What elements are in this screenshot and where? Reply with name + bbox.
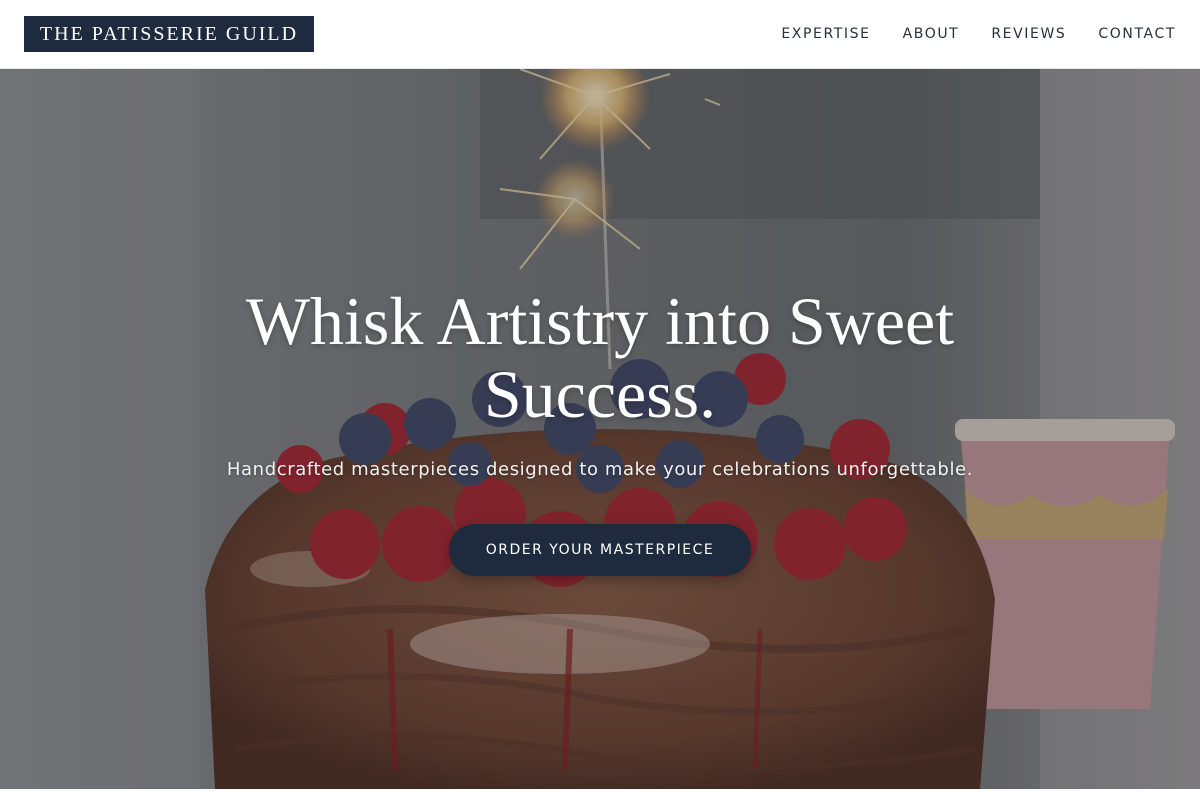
hero-subheadline: Handcrafted masterpieces designed to mak… <box>226 459 974 480</box>
page-bottom-strip <box>0 789 1200 800</box>
hero-headline: Whisk Artistry into Sweet Success. <box>245 283 955 432</box>
hero-section: Whisk Artistry into Sweet Success. Handc… <box>0 69 1200 789</box>
nav-link-expertise[interactable]: EXPERTISE <box>781 26 870 42</box>
nav-link-about[interactable]: ABOUT <box>903 26 960 42</box>
order-masterpiece-button[interactable]: ORDER YOUR MASTERPIECE <box>449 524 751 576</box>
nav-link-contact[interactable]: CONTACT <box>1098 26 1176 42</box>
main-nav: EXPERTISE ABOUT REVIEWS CONTACT <box>781 26 1176 42</box>
hero-content: Whisk Artistry into Sweet Success. Handc… <box>0 69 1200 789</box>
nav-link-reviews[interactable]: REVIEWS <box>991 26 1066 42</box>
site-header: THE PATISSERIE GUILD EXPERTISE ABOUT REV… <box>0 0 1200 69</box>
site-logo[interactable]: THE PATISSERIE GUILD <box>24 16 314 52</box>
